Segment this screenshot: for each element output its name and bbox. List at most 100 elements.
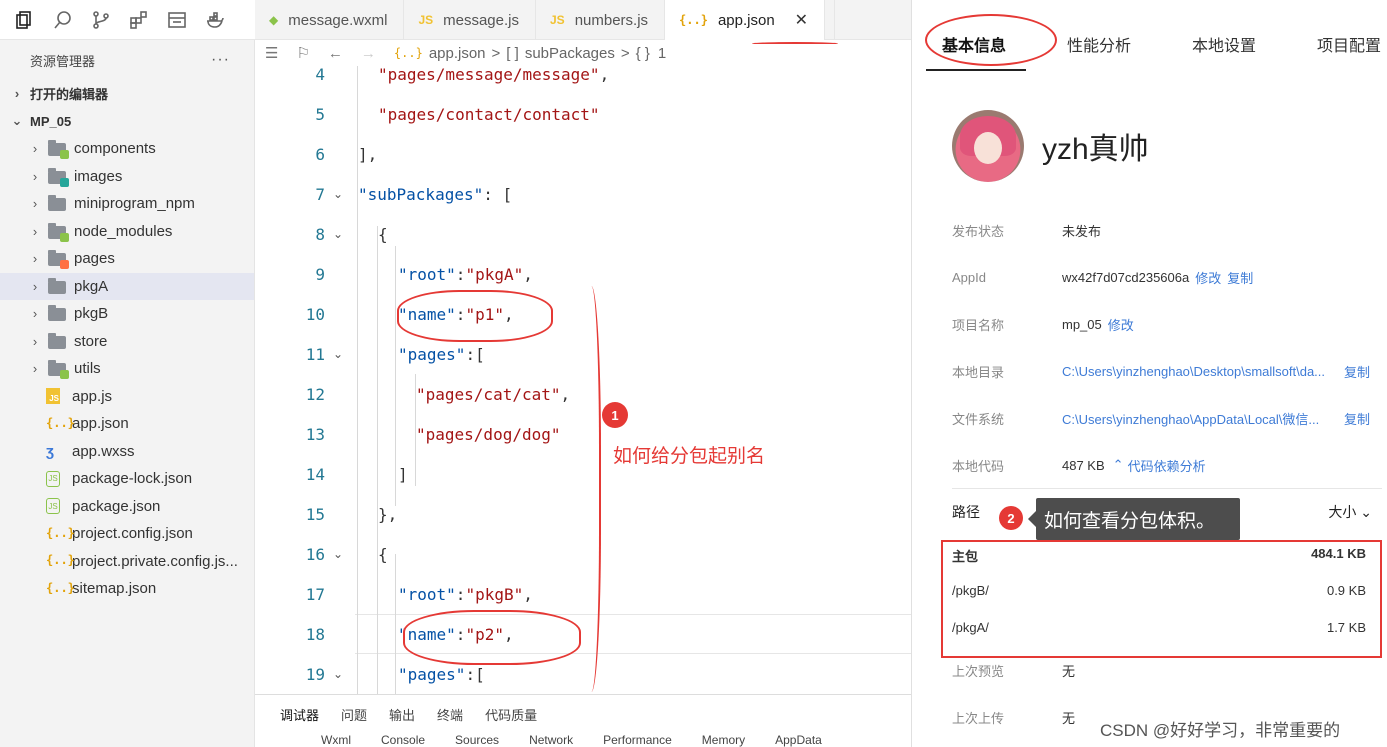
fold-chevron-icon[interactable]: ⌄ <box>333 187 343 201</box>
size-header[interactable]: 大小 ⌄ <box>1328 502 1372 522</box>
dependency-analysis-link[interactable]: 代码依赖分析 <box>1128 456 1206 475</box>
forward-arrow-icon[interactable]: → <box>361 45 376 62</box>
code-line[interactable]: 10 "name":"p1", <box>255 294 911 334</box>
file-system-copy-link[interactable]: 复制 <box>1344 409 1370 428</box>
package-path: /pkgA/ <box>952 620 989 635</box>
subtab-network[interactable]: Network <box>529 733 573 747</box>
tab-terminal[interactable]: 终端 <box>437 705 463 724</box>
bookmark-icon[interactable]: ⚐ <box>296 44 309 62</box>
chevron-up-icon[interactable]: ⌃ <box>1113 457 1124 473</box>
code-line[interactable]: 12 "pages/cat/cat", <box>255 374 911 414</box>
folder-icon <box>48 250 69 270</box>
local-code-row: 本地代码 487 KB ⌃ 代码依赖分析 <box>952 455 1206 475</box>
code-line[interactable]: 16 ⌄ { <box>255 534 911 574</box>
breadcrumb-index[interactable]: 1 <box>658 45 666 62</box>
back-arrow-icon[interactable]: ← <box>328 45 343 62</box>
code-line[interactable]: 17 "root":"pkgB", <box>255 574 911 614</box>
file-package-lock-json[interactable]: JS package-lock.json <box>0 465 254 493</box>
subtab-appdata[interactable]: AppData <box>775 733 822 747</box>
folder-utils[interactable]: › utils <box>0 355 254 383</box>
project-label: MP_05 <box>30 113 72 129</box>
tab-problems[interactable]: 问题 <box>341 705 367 724</box>
tab-output[interactable]: 输出 <box>389 705 415 724</box>
tab-overflow[interactable] <box>825 0 836 40</box>
file-system-link[interactable]: C:\Users\yinzhenghao\AppData\Local\微信... <box>1062 409 1338 428</box>
code-line[interactable]: 15}, <box>255 494 911 534</box>
code-line[interactable]: 13 "pages/dog/dog" <box>255 414 911 454</box>
folder-store[interactable]: › store <box>0 328 254 356</box>
tab-message-wxml[interactable]: ◆ message.wxml <box>255 0 405 40</box>
breadcrumb-subpackages[interactable]: subPackages <box>525 45 615 62</box>
tab-local-settings[interactable]: 本地设置 <box>1192 32 1256 56</box>
folder-icon <box>48 360 69 380</box>
fold-chevron-icon[interactable]: ⌄ <box>333 227 343 241</box>
file-label: app.wxss <box>72 442 135 460</box>
source-control-icon[interactable] <box>82 0 120 40</box>
file-project-private-config-js-[interactable]: {..} project.private.config.js... <box>0 548 254 576</box>
code-line[interactable]: 5 "pages/contact/contact" <box>255 94 911 134</box>
local-dir-link[interactable]: C:\Users\yinzhenghao\Desktop\smallsoft\d… <box>1062 364 1338 379</box>
search-icon[interactable] <box>44 0 82 40</box>
local-dir-copy-link[interactable]: 复制 <box>1344 362 1370 381</box>
code-line[interactable]: 9 "root":"pkgA", <box>255 254 911 294</box>
tab-basic-info[interactable]: 基本信息 <box>942 32 1006 56</box>
folder-node_modules[interactable]: › node_modules <box>0 218 254 246</box>
folder-pkgB[interactable]: › pkgB <box>0 300 254 328</box>
folder-components[interactable]: › components <box>0 135 254 163</box>
extensions-icon[interactable] <box>120 0 158 40</box>
code-line[interactable]: 18 "name":"p2", <box>255 614 911 654</box>
subtab-console[interactable]: Console <box>381 733 425 747</box>
breadcrumb-file[interactable]: app.json <box>429 45 486 62</box>
more-icon[interactable]: ··· <box>211 51 230 69</box>
folder-miniprogram_npm[interactable]: › miniprogram_npm <box>0 190 254 218</box>
fold-chevron-icon[interactable]: ⌄ <box>333 347 343 361</box>
fold-chevron-icon[interactable]: ⌄ <box>333 547 343 561</box>
subtab-sources[interactable]: Sources <box>455 733 499 747</box>
file-app-wxss[interactable]: ʒ app.wxss <box>0 438 254 466</box>
close-icon[interactable]: ✕ <box>795 10 808 30</box>
code-line[interactable]: 4 "pages/message/message", <box>255 66 911 94</box>
folder-images[interactable]: › images <box>0 163 254 191</box>
project-name-modify-link[interactable]: 修改 <box>1108 315 1134 334</box>
file-sitemap-json[interactable]: {..} sitemap.json <box>0 575 254 603</box>
file-app-js[interactable]: JS app.js <box>0 383 254 411</box>
tab-performance-analysis[interactable]: 性能分析 <box>1067 32 1131 56</box>
explorer-sidebar: 资源管理器 ··· › 打开的编辑器 ⌄ MP_05 › components › ima… <box>0 40 255 747</box>
open-editors-section[interactable]: › 打开的编辑器 <box>0 80 254 108</box>
layout-icon[interactable] <box>158 0 196 40</box>
code-text: { <box>378 224 388 244</box>
fold-chevron-icon[interactable]: ⌄ <box>333 667 343 681</box>
file-project-config-json[interactable]: {..} project.config.json <box>0 520 254 548</box>
local-code-label: 本地代码 <box>952 458 1005 474</box>
docker-icon[interactable] <box>196 0 234 40</box>
files-icon[interactable] <box>6 0 44 40</box>
file-package-json[interactable]: JS package.json <box>0 493 254 521</box>
tab-debugger[interactable]: 调试器 <box>280 705 319 724</box>
appid-modify-link[interactable]: 修改 <box>1195 268 1221 287</box>
js-icon: JS <box>46 388 60 405</box>
appid-copy-link[interactable]: 复制 <box>1227 268 1253 287</box>
tab-code-quality[interactable]: 代码质量 <box>485 705 537 724</box>
code-line[interactable]: 7 ⌄ "subPackages": [ <box>255 174 911 214</box>
code-line[interactable]: 19 ⌄ "pages":[ <box>255 654 911 694</box>
node-icon: JS <box>46 470 60 487</box>
subtab-performance[interactable]: Performance <box>603 733 672 747</box>
line-number: 4 <box>315 66 325 84</box>
list-icon[interactable]: ☰ <box>265 44 278 62</box>
code-line[interactable]: 11 ⌄ "pages":[ <box>255 334 911 374</box>
subtab-memory[interactable]: Memory <box>702 733 745 747</box>
tab-message-js[interactable]: JS message.js <box>404 0 536 40</box>
tab-numbers-js[interactable]: JS numbers.js <box>536 0 666 40</box>
folder-pages[interactable]: › pages <box>0 245 254 273</box>
code-line[interactable]: 14] <box>255 454 911 494</box>
tab-project-config[interactable]: 项目配置 <box>1317 32 1381 56</box>
activity-bar <box>0 0 255 40</box>
code-editor[interactable]: 4 "pages/message/message", 5 "pages/contact… <box>255 66 911 694</box>
tab-app-json[interactable]: {..} app.json ✕ <box>665 0 826 40</box>
subtab-wxml[interactable]: Wxml <box>321 733 351 747</box>
project-section[interactable]: ⌄ MP_05 <box>0 108 254 136</box>
file-app-json[interactable]: {..} app.json <box>0 410 254 438</box>
code-line[interactable]: 8 ⌄ { <box>255 214 911 254</box>
folder-pkgA[interactable]: › pkgA <box>0 272 254 300</box>
code-line[interactable]: 6], <box>255 134 911 174</box>
